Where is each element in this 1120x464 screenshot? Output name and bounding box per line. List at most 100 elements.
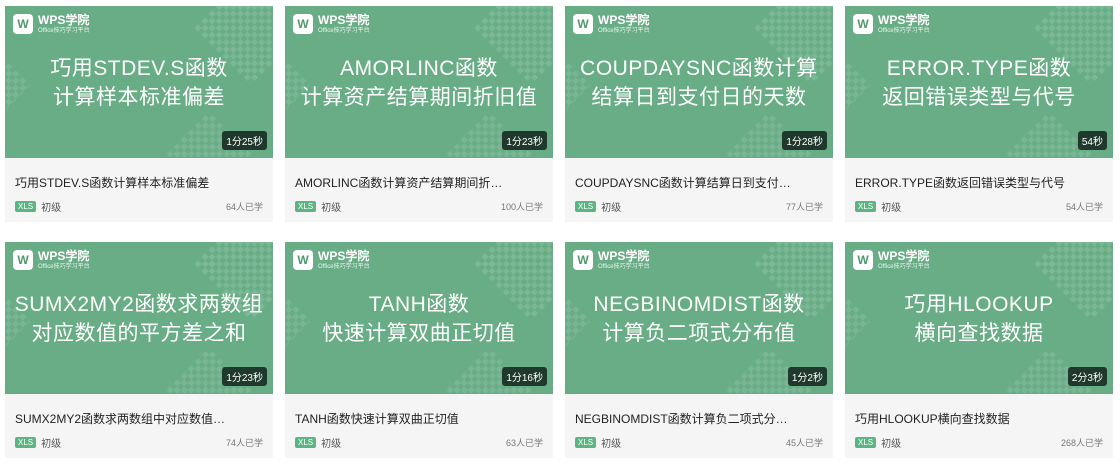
duration-badge: 1分25秒 (222, 131, 267, 150)
thumbnail-title: 巧用STDEV.S函数 计算样本标准偏差 (5, 54, 273, 112)
wps-academy-logo: W WPS学院 Office技巧学习平台 (853, 14, 930, 34)
course-title[interactable]: 巧用HLOOKUP横向查找数据 (855, 410, 1103, 427)
course-title[interactable]: SUMX2MY2函数求两数组中对应数值… (15, 410, 263, 427)
thumbnail-title: NEGBINOMDIST函数 计算负二项式分布值 (565, 290, 833, 348)
course-card[interactable]: W WPS学院 Office技巧学习平台 TANH函数 快速计算双曲正切值 1分… (285, 242, 553, 458)
brand-name: WPS学院 (878, 13, 930, 27)
thumbnail-title: ERROR.TYPE函数 返回错误类型与代号 (845, 54, 1113, 112)
brand-subtitle: Office技巧学习平台 (878, 28, 930, 34)
brand-subtitle: Office技巧学习平台 (598, 28, 650, 34)
course-level: 初级 (881, 203, 902, 214)
file-type-badge: XLS (295, 437, 317, 448)
course-level: 初级 (881, 439, 902, 450)
learner-count: 64人已学 (225, 202, 263, 212)
thumbnail-title-line: TANH函数 (368, 293, 470, 316)
course-level: 初级 (41, 439, 62, 450)
wps-logo-icon: W (293, 250, 313, 270)
thumbnail-title-line: SUMX2MY2函数求两数组 (14, 293, 264, 316)
brand-subtitle: Office技巧学习平台 (38, 264, 90, 270)
file-type-badge: XLS (855, 201, 877, 212)
course-thumbnail[interactable]: W WPS学院 Office技巧学习平台 ERROR.TYPE函数 返回错误类型… (845, 6, 1113, 158)
brand-name: WPS学院 (598, 249, 650, 263)
thumbnail-title-line: 计算负二项式分布值 (602, 322, 796, 345)
thumbnail-title-line: COUPDAYSNC函数计算 (580, 57, 818, 80)
thumbnail-title-line: 返回错误类型与代号 (882, 86, 1076, 109)
thumbnail-title-line: NEGBINOMDIST函数 (593, 293, 805, 316)
course-thumbnail[interactable]: W WPS学院 Office技巧学习平台 NEGBINOMDIST函数 计算负二… (565, 242, 833, 394)
thumbnail-title: AMORLINC函数 计算资产结算期间折旧值 (285, 54, 553, 112)
thumbnail-title-line: 对应数值的平方差之和 (31, 322, 247, 345)
course-title[interactable]: AMORLINC函数计算资产结算期间折… (295, 174, 543, 191)
brand-subtitle: Office技巧学习平台 (878, 264, 930, 270)
wps-logo-icon: W (293, 14, 313, 34)
brand-subtitle: Office技巧学习平台 (318, 264, 370, 270)
duration-badge: 1分2秒 (787, 367, 827, 386)
course-card[interactable]: W WPS学院 Office技巧学习平台 AMORLINC函数 计算资产结算期间… (285, 6, 553, 222)
brand-name: WPS学院 (38, 249, 90, 263)
learner-count: 100人已学 (500, 202, 543, 212)
thumbnail-title-line: 快速计算双曲正切值 (322, 322, 516, 345)
course-thumbnail[interactable]: W WPS学院 Office技巧学习平台 COUPDAYSNC函数计算 结算日到… (565, 6, 833, 158)
course-title[interactable]: ERROR.TYPE函数返回错误类型与代号 (855, 174, 1103, 191)
course-card[interactable]: W WPS学院 Office技巧学习平台 巧用HLOOKUP 横向查找数据 2分… (845, 242, 1113, 458)
wps-logo-icon: W (13, 14, 33, 34)
brand-subtitle: Office技巧学习平台 (38, 28, 90, 34)
course-level: 初级 (601, 439, 622, 450)
wps-academy-logo: W WPS学院 Office技巧学习平台 (573, 250, 650, 270)
learner-count: 54人已学 (1065, 202, 1103, 212)
wps-academy-logo: W WPS学院 Office技巧学习平台 (293, 14, 370, 34)
course-thumbnail[interactable]: W WPS学院 Office技巧学习平台 TANH函数 快速计算双曲正切值 1分… (285, 242, 553, 394)
file-type-badge: XLS (295, 201, 317, 212)
wps-logo-icon: W (13, 250, 33, 270)
brand-name: WPS学院 (38, 13, 90, 27)
duration-badge: 54秒 (1077, 131, 1107, 150)
wps-logo-icon: W (573, 14, 593, 34)
duration-badge: 1分16秒 (502, 367, 547, 386)
course-card[interactable]: W WPS学院 Office技巧学习平台 巧用STDEV.S函数 计算样本标准偏… (5, 6, 273, 222)
course-title[interactable]: 巧用STDEV.S函数计算样本标准偏差 (15, 174, 263, 191)
course-grid: W WPS学院 Office技巧学习平台 巧用STDEV.S函数 计算样本标准偏… (0, 0, 1120, 464)
course-card[interactable]: W WPS学院 Office技巧学习平台 COUPDAYSNC函数计算 结算日到… (565, 6, 833, 222)
course-thumbnail[interactable]: W WPS学院 Office技巧学习平台 巧用STDEV.S函数 计算样本标准偏… (5, 6, 273, 158)
learner-count: 45人已学 (785, 438, 823, 448)
file-type-badge: XLS (575, 437, 597, 448)
wps-academy-logo: W WPS学院 Office技巧学习平台 (573, 14, 650, 34)
thumbnail-title-line: ERROR.TYPE函数 (886, 57, 1072, 80)
thumbnail-title-line: 计算资产结算期间折旧值 (300, 86, 538, 109)
wps-logo-icon: W (573, 250, 593, 270)
course-title[interactable]: TANH函数快速计算双曲正切值 (295, 410, 543, 427)
course-card[interactable]: W WPS学院 Office技巧学习平台 SUMX2MY2函数求两数组 对应数值… (5, 242, 273, 458)
thumbnail-title: 巧用HLOOKUP 横向查找数据 (845, 290, 1113, 348)
learner-count: 77人已学 (785, 202, 823, 212)
course-level: 初级 (41, 203, 62, 214)
wps-logo-icon: W (853, 14, 873, 34)
course-level: 初级 (601, 203, 622, 214)
brand-subtitle: Office技巧学习平台 (598, 264, 650, 270)
duration-badge: 1分23秒 (502, 131, 547, 150)
brand-name: WPS学院 (318, 249, 370, 263)
wps-academy-logo: W WPS学院 Office技巧学习平台 (13, 250, 90, 270)
file-type-badge: XLS (15, 201, 37, 212)
course-title[interactable]: NEGBINOMDIST函数计算负二项式分… (575, 410, 823, 427)
wps-logo-icon: W (853, 250, 873, 270)
course-card[interactable]: W WPS学院 Office技巧学习平台 NEGBINOMDIST函数 计算负二… (565, 242, 833, 458)
thumbnail-title: COUPDAYSNC函数计算 结算日到支付日的天数 (565, 54, 833, 112)
thumbnail-title-line: 巧用STDEV.S函数 (50, 57, 228, 80)
thumbnail-title: SUMX2MY2函数求两数组 对应数值的平方差之和 (5, 290, 273, 348)
duration-badge: 1分28秒 (782, 131, 827, 150)
course-title[interactable]: COUPDAYSNC函数计算结算日到支付… (575, 174, 823, 191)
brand-subtitle: Office技巧学习平台 (318, 28, 370, 34)
course-card[interactable]: W WPS学院 Office技巧学习平台 ERROR.TYPE函数 返回错误类型… (845, 6, 1113, 222)
thumbnail-title-line: 横向查找数据 (914, 322, 1044, 345)
wps-academy-logo: W WPS学院 Office技巧学习平台 (293, 250, 370, 270)
course-thumbnail[interactable]: W WPS学院 Office技巧学习平台 SUMX2MY2函数求两数组 对应数值… (5, 242, 273, 394)
course-thumbnail[interactable]: W WPS学院 Office技巧学习平台 巧用HLOOKUP 横向查找数据 2分… (845, 242, 1113, 394)
course-thumbnail[interactable]: W WPS学院 Office技巧学习平台 AMORLINC函数 计算资产结算期间… (285, 6, 553, 158)
thumbnail-title-line: 结算日到支付日的天数 (591, 86, 807, 109)
thumbnail-title-line: 巧用HLOOKUP (904, 293, 1054, 316)
wps-academy-logo: W WPS学院 Office技巧学习平台 (13, 14, 90, 34)
duration-badge: 1分23秒 (222, 367, 267, 386)
thumbnail-title: TANH函数 快速计算双曲正切值 (285, 290, 553, 348)
course-level: 初级 (321, 439, 342, 450)
brand-name: WPS学院 (598, 13, 650, 27)
